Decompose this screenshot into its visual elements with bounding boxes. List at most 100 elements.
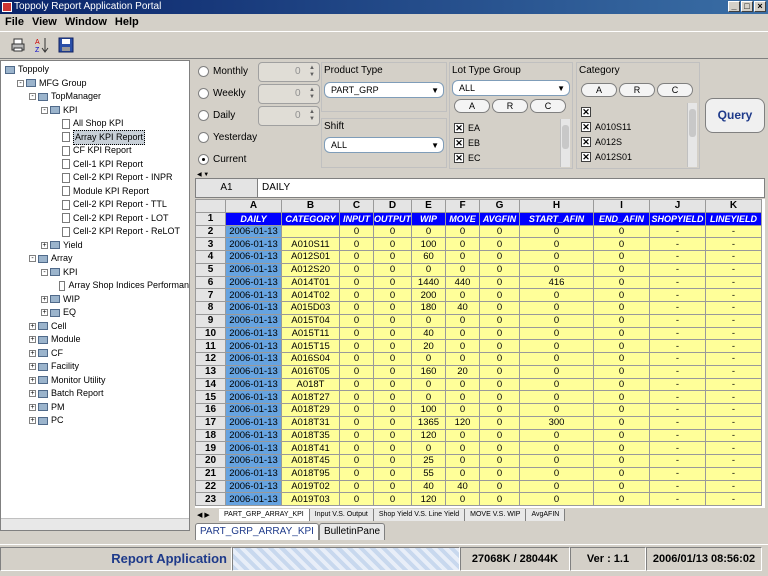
tree-node[interactable]: - TopManager [1, 90, 189, 104]
row-number[interactable]: 18 [195, 428, 226, 443]
table-cell[interactable]: 2006-01-13 [225, 262, 282, 277]
lot-type-select[interactable]: ALL ▼ [452, 80, 570, 96]
table-cell[interactable]: 2006-01-13 [225, 428, 282, 443]
table-cell[interactable]: 0 [479, 275, 520, 290]
table-cell[interactable]: 0 [339, 224, 374, 239]
tree-horizontal-scrollbar[interactable] [1, 518, 189, 530]
table-cell[interactable]: 0 [593, 313, 650, 328]
collapse-icon[interactable]: - [41, 106, 48, 114]
table-cell[interactable]: 20 [445, 364, 480, 379]
radio-yesterday[interactable]: Yesterday [198, 132, 257, 143]
table-cell[interactable]: 0 [479, 441, 520, 455]
category-clear-button[interactable]: C [657, 83, 693, 97]
table-cell[interactable]: - [649, 428, 706, 443]
table-cell[interactable]: 0 [519, 479, 594, 494]
tree-node[interactable]: Cell-1 KPI Report [1, 158, 189, 172]
lot-type-reverse-button[interactable]: R [492, 99, 528, 113]
splitter[interactable] [190, 60, 194, 544]
table-cell[interactable]: - [649, 313, 706, 328]
table-cell[interactable]: 0 [519, 377, 594, 392]
tree-node[interactable]: - KPI [1, 266, 189, 280]
tree-node[interactable]: Array Shop Indices Performan [1, 279, 189, 293]
table-cell[interactable]: A018T [281, 377, 340, 392]
header-cell[interactable]: OUTPUT [373, 211, 412, 226]
checkbox-checked-icon[interactable]: ✕ [581, 122, 591, 132]
table-cell[interactable]: 0 [339, 275, 374, 290]
expand-icon[interactable]: + [29, 376, 36, 384]
table-cell[interactable]: 0 [373, 250, 412, 264]
table-cell[interactable]: 0 [479, 352, 520, 366]
table-cell[interactable]: 0 [479, 326, 520, 341]
table-cell[interactable]: 0 [411, 313, 446, 328]
table-cell[interactable]: 0 [519, 352, 594, 366]
header-cell[interactable]: SHOPYIELD [649, 211, 706, 226]
table-cell[interactable]: 0 [519, 326, 594, 341]
sort-button[interactable]: AZ [32, 35, 52, 55]
table-cell[interactable]: 0 [411, 224, 446, 239]
sheet-nav-arrows-icon[interactable]: ◀ ▶ [195, 511, 219, 519]
sheet-tab-move-vs-wip[interactable]: MOVE V.S. WIP [465, 508, 527, 521]
table-cell[interactable]: A014T01 [281, 275, 340, 290]
row-number[interactable]: 5 [195, 262, 226, 277]
menu-window[interactable]: Window [63, 14, 113, 30]
tree-node[interactable]: + PC [1, 414, 189, 428]
daily-spinner[interactable]: 0 ▲ ▼ [258, 106, 320, 126]
row-number[interactable]: 12 [195, 352, 226, 366]
table-cell[interactable]: 40 [445, 301, 480, 315]
table-cell[interactable]: A015D03 [281, 301, 340, 315]
table-cell[interactable]: 0 [593, 224, 650, 239]
table-cell[interactable]: 0 [445, 466, 480, 481]
table-cell[interactable]: 0 [479, 339, 520, 353]
navigation-tree[interactable]: Toppoly - MFG Group - TopManager - KPI All Shop… [0, 60, 190, 531]
tree-node[interactable]: Cell-2 KPI Report - TTL [1, 198, 189, 212]
header-cell[interactable]: MOVE [445, 211, 480, 226]
table-cell[interactable]: A016T05 [281, 364, 340, 379]
table-cell[interactable]: 0 [373, 390, 412, 404]
tree-node[interactable]: + CF [1, 347, 189, 361]
sheet-tab-shop-yield-vs-line-yield[interactable]: Shop Yield V.S. Line Yield [373, 508, 466, 521]
table-cell[interactable]: - [705, 352, 762, 366]
tree-node[interactable]: + Monitor Utility [1, 374, 189, 388]
lot-type-item[interactable]: ✕ EA [454, 121, 480, 135]
table-cell[interactable]: 0 [373, 339, 412, 353]
category-item[interactable]: ✕ A012S [581, 135, 622, 149]
table-cell[interactable]: - [649, 224, 706, 239]
table-cell[interactable]: 0 [519, 237, 594, 251]
table-cell[interactable]: 100 [411, 403, 446, 417]
table-cell[interactable]: - [705, 301, 762, 315]
expand-icon[interactable]: + [29, 363, 36, 371]
table-cell[interactable]: 0 [373, 364, 412, 379]
tree-node[interactable]: CF KPI Report [1, 144, 189, 158]
table-cell[interactable]: 0 [445, 326, 480, 341]
table-cell[interactable]: 0 [593, 428, 650, 443]
header-cell[interactable]: WIP [411, 211, 446, 226]
table-cell[interactable]: 0 [339, 377, 374, 392]
column-header[interactable]: I [593, 199, 650, 213]
table-cell[interactable]: 0 [339, 403, 374, 417]
table-cell[interactable]: 0 [519, 250, 594, 264]
table-cell[interactable]: 2006-01-13 [225, 479, 282, 494]
table-cell[interactable]: - [705, 288, 762, 302]
category-item[interactable]: ✕ A010S11 [581, 120, 631, 134]
shift-select[interactable]: ALL ▼ [324, 137, 444, 153]
table-cell[interactable]: 25 [411, 454, 446, 468]
table-cell[interactable]: - [705, 441, 762, 455]
table-cell[interactable]: - [649, 441, 706, 455]
row-number[interactable]: 17 [195, 415, 226, 430]
table-cell[interactable]: 2006-01-13 [225, 492, 282, 506]
table-cell[interactable]: 0 [593, 415, 650, 430]
table-cell[interactable]: 0 [593, 250, 650, 264]
table-cell[interactable]: 2006-01-13 [225, 454, 282, 468]
table-cell[interactable]: 0 [479, 288, 520, 302]
expand-icon[interactable]: + [41, 309, 48, 317]
table-cell[interactable]: A018T27 [281, 390, 340, 404]
table-cell[interactable]: 0 [519, 224, 594, 239]
table-cell[interactable]: 0 [479, 377, 520, 392]
category-item[interactable]: ✕ [581, 105, 595, 119]
table-cell[interactable]: 0 [373, 237, 412, 251]
table-cell[interactable]: - [705, 479, 762, 494]
weekly-spinner[interactable]: 0 ▲ ▼ [258, 84, 320, 104]
table-cell[interactable]: 0 [373, 326, 412, 341]
table-cell[interactable]: 0 [373, 352, 412, 366]
table-cell[interactable]: 0 [339, 339, 374, 353]
